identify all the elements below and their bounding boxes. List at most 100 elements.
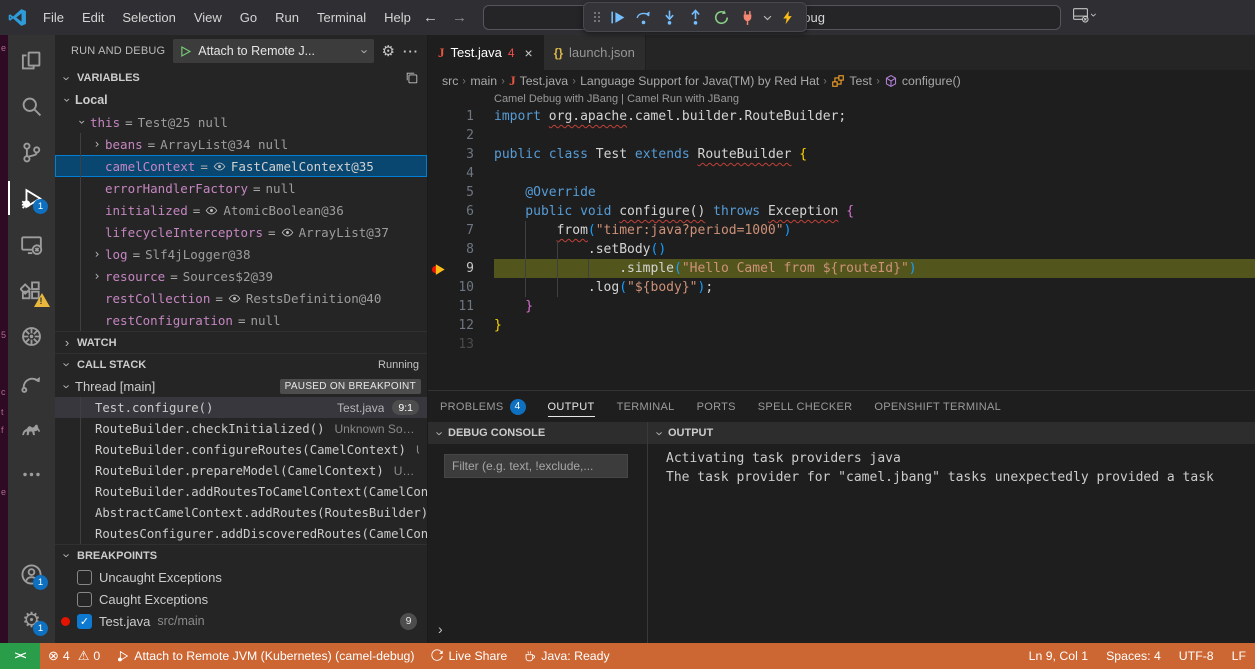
chevron-right-icon[interactable]: ›	[89, 247, 105, 261]
activity-extensions[interactable]	[8, 267, 55, 313]
step-over-icon[interactable]	[630, 4, 656, 30]
activity-remote-explorer[interactable]	[8, 221, 55, 267]
breakpoint-row[interactable]: Uncaught Exceptions	[55, 566, 427, 588]
tab-Test-java[interactable]: JTest.java4×	[428, 35, 544, 70]
codelens-actions[interactable]: Camel Debug with JBang | Camel Run with …	[428, 92, 1255, 107]
stack-frame[interactable]: RoutesConfigurer.addDiscoveredRoutes(Cam…	[55, 523, 427, 544]
code-line-3[interactable]: 3public class Test extends RouteBuilder …	[428, 145, 1255, 164]
breadcrumb-item[interactable]: configure()	[884, 74, 961, 88]
code-editor[interactable]: Camel Debug with JBang | Camel Run with …	[428, 92, 1255, 390]
panel-tab-spell-checker[interactable]: SPELL CHECKER	[758, 391, 853, 422]
code-line-12[interactable]: 12}	[428, 316, 1255, 335]
menu-run[interactable]: Run	[266, 10, 308, 25]
breakpoint-row[interactable]: ✓Test.javasrc/main9	[55, 610, 427, 632]
menu-help[interactable]: Help	[375, 10, 420, 25]
breadcrumb-item[interactable]: src	[442, 74, 458, 88]
code-line-5[interactable]: 5@Override	[428, 183, 1255, 202]
editor-gutter[interactable]: 7	[428, 221, 494, 240]
back-arrow-icon[interactable]: ←	[423, 9, 438, 26]
code-line-7[interactable]: 7from("timer:java?period=1000")	[428, 221, 1255, 240]
chevron-down-icon[interactable]: ›	[60, 92, 74, 108]
forward-arrow-icon[interactable]: →	[452, 9, 467, 26]
step-into-icon[interactable]	[656, 4, 682, 30]
code-line-1[interactable]: 1import org.apache.camel.builder.RouteBu…	[428, 107, 1255, 126]
stack-frame[interactable]: AbstractCamelContext.addRoutes(RoutesBui…	[55, 502, 427, 523]
variable-row-errorHandlerFactory[interactable]: errorHandlerFactory=null	[55, 177, 427, 199]
activity-explorer[interactable]	[8, 37, 55, 83]
activity-settings[interactable]: ⚙1	[8, 597, 55, 643]
more-actions-icon[interactable]: ···	[403, 44, 419, 59]
breadcrumb-item[interactable]: JTest.java	[509, 73, 568, 89]
breakpoint-checkbox[interactable]	[77, 570, 92, 585]
breadcrumb-item[interactable]: main	[470, 74, 497, 88]
call-stack-section-header[interactable]: › CALL STACK Running	[55, 353, 427, 375]
lazy-eval-eye-icon[interactable]	[228, 292, 241, 305]
code-line-6[interactable]: 6public void configure() throws Exceptio…	[428, 202, 1255, 221]
editor-gutter[interactable]: 2	[428, 126, 494, 145]
panel-tab-openshift-terminal[interactable]: OPENSHIFT TERMINAL	[874, 391, 1001, 422]
debug-console-header[interactable]: ›DEBUG CONSOLE	[428, 422, 647, 444]
code-line-2[interactable]: 2	[428, 126, 1255, 145]
editor-gutter[interactable]: 13	[428, 335, 494, 354]
start-debug-icon[interactable]	[179, 45, 192, 58]
menu-edit[interactable]: Edit	[73, 10, 113, 25]
menu-selection[interactable]: Selection	[113, 10, 184, 25]
stack-frame[interactable]: Test.configure()Test.java9:1	[55, 397, 427, 418]
launch-config-select[interactable]: Attach to Remote J... ›	[173, 39, 373, 63]
variable-row-resource[interactable]: ›resource=Sources$2@39	[55, 265, 427, 287]
menu-go[interactable]: Go	[231, 10, 266, 25]
activity-more[interactable]	[8, 451, 55, 497]
editor-gutter[interactable]: 3	[428, 145, 494, 164]
panel-tab-terminal[interactable]: TERMINAL	[617, 391, 675, 422]
editor-gutter[interactable]: 11	[428, 297, 494, 316]
live-share-status[interactable]: Live Share	[422, 649, 515, 663]
hot-code-replace-icon[interactable]	[774, 4, 800, 30]
debug-console-filter-input[interactable]	[444, 454, 628, 478]
indentation-setting[interactable]: Spaces: 4	[1097, 649, 1170, 663]
stack-frame[interactable]: RouteBuilder.checkInitialized()Unknown S…	[55, 418, 427, 439]
encoding-setting[interactable]: UTF-8	[1170, 649, 1223, 663]
lazy-eval-eye-icon[interactable]	[281, 226, 294, 239]
editor-gutter[interactable]: 4	[428, 164, 494, 183]
variable-row-restCollection[interactable]: restCollection=RestsDefinition@40	[55, 287, 427, 309]
java-status[interactable]: Java: Ready	[515, 649, 617, 663]
activity-run-and-debug[interactable]: 1	[8, 175, 55, 221]
problems-status[interactable]: ⊗ 4 ⚠ 0	[40, 648, 108, 664]
stack-frame[interactable]: RouteBuilder.configureRoutes(CamelContex…	[55, 439, 427, 460]
breakpoints-section-header[interactable]: › BREAKPOINTS	[55, 544, 427, 566]
variable-row-initialized[interactable]: initialized=AtomicBoolean@36	[55, 199, 427, 221]
debug-session-status[interactable]: Attach to Remote JVM (Kubernetes) (camel…	[108, 649, 422, 663]
close-icon[interactable]: ×	[525, 45, 533, 61]
stack-frame[interactable]: RouteBuilder.addRoutesToCamelContext(Cam…	[55, 481, 427, 502]
remote-indicator[interactable]: ><	[0, 643, 40, 669]
editor-gutter[interactable]: 8	[428, 240, 494, 259]
editor-gutter[interactable]: 12	[428, 316, 494, 335]
editor-gutter[interactable]: 5	[428, 183, 494, 202]
activity-openshift[interactable]	[8, 359, 55, 405]
chevron-down-icon[interactable]: ›	[75, 114, 89, 130]
activity-search[interactable]	[8, 83, 55, 129]
editor-gutter[interactable]: 9	[428, 259, 494, 278]
cursor-position[interactable]: Ln 9, Col 1	[1020, 649, 1097, 663]
variable-row-log[interactable]: ›log=Slf4jLogger@38	[55, 243, 427, 265]
code-line-11[interactable]: 11}	[428, 297, 1255, 316]
breakpoint-row[interactable]: Caught Exceptions	[55, 588, 427, 610]
tab-launch-json[interactable]: {}launch.json	[544, 35, 646, 70]
variable-row-Local[interactable]: ›Local	[55, 89, 427, 111]
variables-section-header[interactable]: › VARIABLES	[55, 67, 427, 89]
step-out-icon[interactable]	[682, 4, 708, 30]
stack-frame[interactable]: RouteBuilder.prepareModel(CamelContext)U…	[55, 460, 427, 481]
debug-console-prompt[interactable]: ›	[438, 621, 443, 637]
panel-tab-problems[interactable]: PROBLEMS4	[440, 391, 526, 422]
activity-accounts[interactable]: 1	[8, 551, 55, 597]
code-line-4[interactable]: 4	[428, 164, 1255, 183]
thread-row[interactable]: › Thread [main] PAUSED ON BREAKPOINT	[55, 375, 427, 397]
breakpoint-checkbox[interactable]	[77, 592, 92, 607]
editor-gutter[interactable]: 1	[428, 107, 494, 126]
variable-row-beans[interactable]: ›beans=ArrayList@34 null	[55, 133, 427, 155]
breadcrumb-item[interactable]: Language Support for Java(TM) by Red Hat	[580, 74, 819, 88]
code-line-9[interactable]: 9.simple("Hello Camel from ${routeId}")	[428, 259, 1255, 278]
menu-terminal[interactable]: Terminal	[308, 10, 375, 25]
activity-camel[interactable]	[8, 405, 55, 451]
variable-row-lifecycleInterceptors[interactable]: lifecycleInterceptors=ArrayList@37	[55, 221, 427, 243]
